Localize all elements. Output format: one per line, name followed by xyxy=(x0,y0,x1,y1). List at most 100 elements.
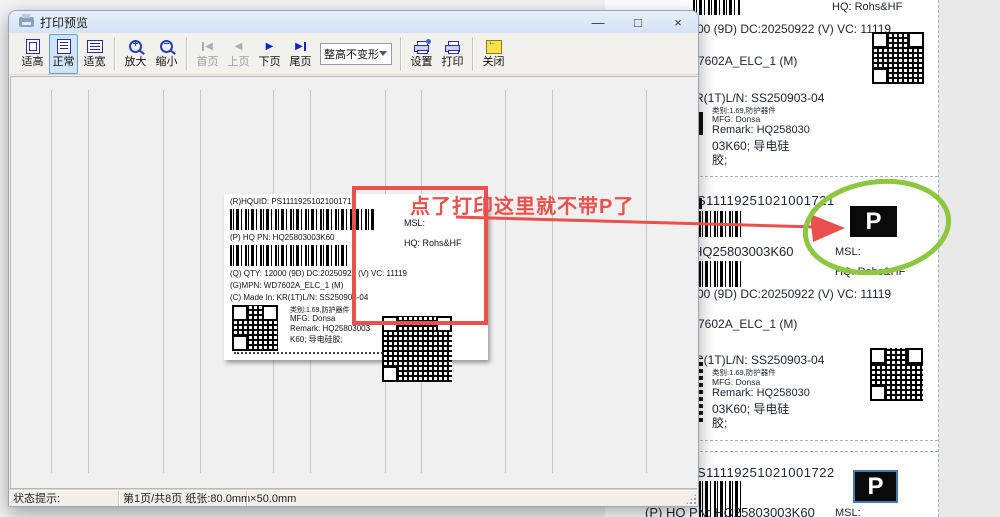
page-paper-panel: 第1页/共8页 纸张:80.0mm×50.0mm xyxy=(119,490,247,506)
qr-code xyxy=(870,348,923,401)
print-preview-window: 打印预览 — □ × 适高 正常 适宽 + 放大 xyxy=(8,10,699,507)
page-separator-line xyxy=(200,90,201,473)
fit-height-icon xyxy=(26,39,40,54)
preview-page: (R)HQUID: PS11119251021001715 (P) HQ PN:… xyxy=(224,194,488,360)
page-hq: HQ: Rohs&HF xyxy=(404,238,462,248)
scale-mode-value: 整高不变形 xyxy=(321,46,379,62)
first-page-button[interactable]: ◀ 首页 xyxy=(193,34,222,74)
bg-mid-mpn: 7602A_ELC_1 (M) xyxy=(698,317,797,331)
page-separator-line xyxy=(505,90,506,473)
chevron-down-icon xyxy=(379,51,387,56)
page-qty: (Q) QTY: 12000 (9D) DC:20250922 (V) VC: … xyxy=(230,269,407,278)
barcode xyxy=(693,0,741,15)
bg-top-remark3: 胶; xyxy=(712,151,727,168)
bg-mid-remark3: 胶; xyxy=(712,414,727,431)
page-remark2: K60; 导电硅胶; xyxy=(290,334,343,345)
bg-mid-remark1: Remark: HQ258030 xyxy=(712,387,810,399)
page-made-in: (C) Made In: KR(1T)L/N: SS250903-04 xyxy=(230,293,368,302)
page-hquid: (R)HQUID: PS11119251021001715 xyxy=(230,197,356,206)
fit-width-button[interactable]: 适宽 xyxy=(80,34,109,74)
print-icon xyxy=(445,41,460,52)
zoom-in-button[interactable]: + 放大 xyxy=(121,34,150,74)
screenshot-stage: HQ: Rohs&HF 00 (9D) DC:20250922 (V) VC: … xyxy=(0,0,1000,517)
fit-width-icon xyxy=(87,40,103,53)
qr-code xyxy=(872,32,924,84)
page-mfg: MFG: Donsa xyxy=(290,314,335,323)
zoom-in-icon: + xyxy=(129,40,142,53)
page-remark1: Remark: HQ25803003 xyxy=(290,324,370,333)
msl-p-badge: P xyxy=(850,206,897,237)
status-hint-label: 状态提示: xyxy=(13,490,60,506)
exit-icon xyxy=(486,40,502,54)
bg-bot-msl: MSL: xyxy=(835,507,861,517)
button-label: 缩小 xyxy=(156,56,178,69)
button-label: 关闭 xyxy=(483,56,505,69)
bg-bot-hquid: S11119251021001722 xyxy=(697,465,835,480)
bg-mid-ln: R(1T)L/N: SS250903-04 xyxy=(695,353,824,367)
bg-top-hq: HQ: Rohs&HF xyxy=(832,1,902,13)
page-separator-line xyxy=(552,90,553,473)
toolbar: 适高 正常 适宽 + 放大 − 缩小 ◀ 首页 xyxy=(9,33,698,75)
page-separator-line xyxy=(88,90,89,473)
button-label: 适宽 xyxy=(84,56,106,69)
barcode xyxy=(230,209,376,230)
bg-mid-pn: HQ25803003K60 xyxy=(693,244,793,259)
qr-code xyxy=(232,305,278,351)
button-label: 设置 xyxy=(411,56,433,69)
printer-settings-icon xyxy=(414,41,429,52)
barcode xyxy=(699,261,741,287)
zoom-out-button[interactable]: − 缩小 xyxy=(152,34,181,74)
toolbar-separator xyxy=(472,37,474,71)
printer-icon xyxy=(19,17,34,27)
last-page-button[interactable]: ▶ 尾页 xyxy=(286,34,315,74)
settings-button[interactable]: 设置 xyxy=(407,34,436,74)
bg-top-qty: 00 (9D) DC:20250922 (V) VC: 11119 xyxy=(697,22,891,36)
bg-top-ln: R(1T)L/N: SS250903-04 xyxy=(695,91,824,105)
page-separator-line xyxy=(51,90,52,473)
close-button[interactable]: × xyxy=(658,11,698,33)
preview-area[interactable]: (R)HQUID: PS11119251021001715 (P) HQ PN:… xyxy=(10,76,697,489)
status-hint-panel: 状态提示: xyxy=(9,490,119,506)
last-page-icon: ▶ xyxy=(295,41,306,52)
next-page-button[interactable]: ▶ 下页 xyxy=(255,34,284,74)
page-pn: (P) HQ PN: HQ25803003K60 xyxy=(230,233,335,242)
toolbar-separator xyxy=(400,37,402,71)
qr-code xyxy=(382,316,452,382)
normal-view-button[interactable]: 正常 xyxy=(49,34,78,74)
prev-page-button[interactable]: ◀ 上页 xyxy=(224,34,253,74)
page-mpn: (G)MPN: WD7602A_ELC_1 (M) xyxy=(230,281,343,290)
button-label: 尾页 xyxy=(290,56,312,69)
msl-p-badge-selected[interactable]: P xyxy=(853,470,898,503)
canvas-gray-area xyxy=(938,0,1000,517)
barcode xyxy=(230,245,348,266)
button-label: 下页 xyxy=(259,56,281,69)
bg-mid-qty: 00 (9D) DC:20250922 (V) VC: 11119 xyxy=(697,287,891,301)
scale-mode-select[interactable]: 整高不变形 xyxy=(320,43,392,65)
window-title: 打印预览 xyxy=(40,14,88,31)
bg-mid-msl: MSL: xyxy=(835,246,861,258)
status-bar: 状态提示: 第1页/共8页 纸张:80.0mm×50.0mm xyxy=(9,489,698,506)
button-label: 首页 xyxy=(197,56,219,69)
bg-mid-mfg: MFG: Donsa xyxy=(712,377,760,387)
fit-height-button[interactable]: 适高 xyxy=(18,34,47,74)
toolbar-separator xyxy=(114,37,116,71)
page-info: 第1页/共8页 xyxy=(123,490,182,506)
title-bar[interactable]: 打印预览 — □ × xyxy=(9,11,698,33)
close-preview-button[interactable]: 关闭 xyxy=(479,34,508,74)
prev-page-icon: ◀ xyxy=(235,41,243,52)
status-empty-panel xyxy=(247,490,698,506)
normal-view-icon xyxy=(57,39,71,54)
button-label: 放大 xyxy=(125,56,147,69)
page-separator-line xyxy=(163,90,164,473)
minimize-button[interactable]: — xyxy=(578,11,618,33)
bg-mid-hq: HQ: Rohs&HF xyxy=(835,266,905,278)
toolbar-separator xyxy=(186,37,188,71)
print-button[interactable]: 打印 xyxy=(438,34,467,74)
page-separator-line xyxy=(646,90,647,473)
button-label: 正常 xyxy=(53,56,75,69)
first-page-icon: ◀ xyxy=(202,41,213,52)
zoom-out-icon: − xyxy=(160,40,173,53)
next-page-icon: ▶ xyxy=(266,41,274,52)
maximize-button[interactable]: □ xyxy=(618,11,658,33)
bg-top-mfg: MFG: Donsa xyxy=(712,114,760,124)
